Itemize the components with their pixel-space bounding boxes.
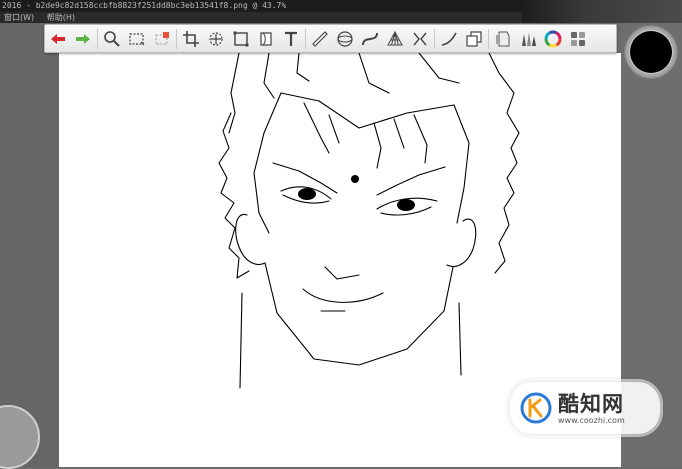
toolbar-divider <box>434 28 435 49</box>
layer-copy-button[interactable] <box>463 28 485 50</box>
brush-library-icon <box>522 31 536 46</box>
curve-ruler-button[interactable] <box>359 28 381 50</box>
watermark: 酷知网 www.coozhi.com <box>510 382 660 434</box>
color-wheel-button[interactable] <box>542 28 564 50</box>
ruler-icon <box>312 30 328 47</box>
brush-library-button[interactable] <box>517 28 539 50</box>
pages-icon <box>496 31 510 46</box>
undo-button[interactable] <box>47 28 69 50</box>
toolbar-divider <box>97 28 98 49</box>
coozhi-logo-icon <box>520 392 552 424</box>
select-rect-icon <box>129 32 145 45</box>
undo-icon <box>51 33 65 44</box>
toolbar-divider <box>176 28 177 49</box>
current-color-well[interactable] <box>624 25 678 79</box>
curve-ruler-icon <box>362 32 378 45</box>
warp-icon <box>260 31 272 46</box>
ellipse-ruler-icon <box>337 30 353 47</box>
move-button[interactable] <box>205 28 227 50</box>
perspective-grid-button[interactable] <box>384 28 406 50</box>
crop-button[interactable] <box>180 28 202 50</box>
zoom-icon <box>104 30 120 47</box>
left-workspace <box>0 23 59 467</box>
select-rect-button[interactable] <box>126 28 148 50</box>
swatches-icon <box>571 31 585 46</box>
ellipse-ruler-button[interactable] <box>334 28 356 50</box>
ruler-button[interactable] <box>309 28 331 50</box>
color-wheel-icon <box>544 30 562 47</box>
pages-button[interactable] <box>492 28 514 50</box>
symmetry-icon <box>413 32 427 45</box>
transform-icon <box>233 31 249 46</box>
symmetry-button[interactable] <box>409 28 431 50</box>
deselect-icon <box>155 31 169 44</box>
toolbar-divider <box>305 28 306 49</box>
deselect-button[interactable] <box>151 28 173 50</box>
text-icon <box>285 31 297 46</box>
watermark-url: www.coozhi.com <box>558 416 625 425</box>
warp-button[interactable] <box>255 28 277 50</box>
window-title: 2016 - b2de9c82d158ccbfb8823f251dd8bc3eb… <box>2 1 287 10</box>
stroke-button[interactable] <box>438 28 460 50</box>
redo-button[interactable] <box>72 28 94 50</box>
current-color-swatch <box>630 31 672 73</box>
swatches-button[interactable] <box>567 28 589 50</box>
text-button[interactable] <box>280 28 302 50</box>
toolbar-divider <box>488 28 489 49</box>
redo-icon <box>76 33 90 44</box>
layer-copy-icon <box>466 30 482 47</box>
move-icon <box>209 31 223 46</box>
perspective-grid-icon <box>387 29 403 45</box>
watermark-name: 酷知网 <box>558 392 624 416</box>
stroke-icon <box>441 32 457 46</box>
crop-icon <box>183 30 199 47</box>
zoom-button[interactable] <box>101 28 123 50</box>
menu-help[interactable]: 帮助(H) <box>43 12 81 23</box>
title-bar-shade <box>522 0 682 23</box>
transform-button[interactable] <box>230 28 252 50</box>
menu-window[interactable]: 窗口(W) <box>0 12 40 23</box>
main-toolbar <box>44 24 617 53</box>
